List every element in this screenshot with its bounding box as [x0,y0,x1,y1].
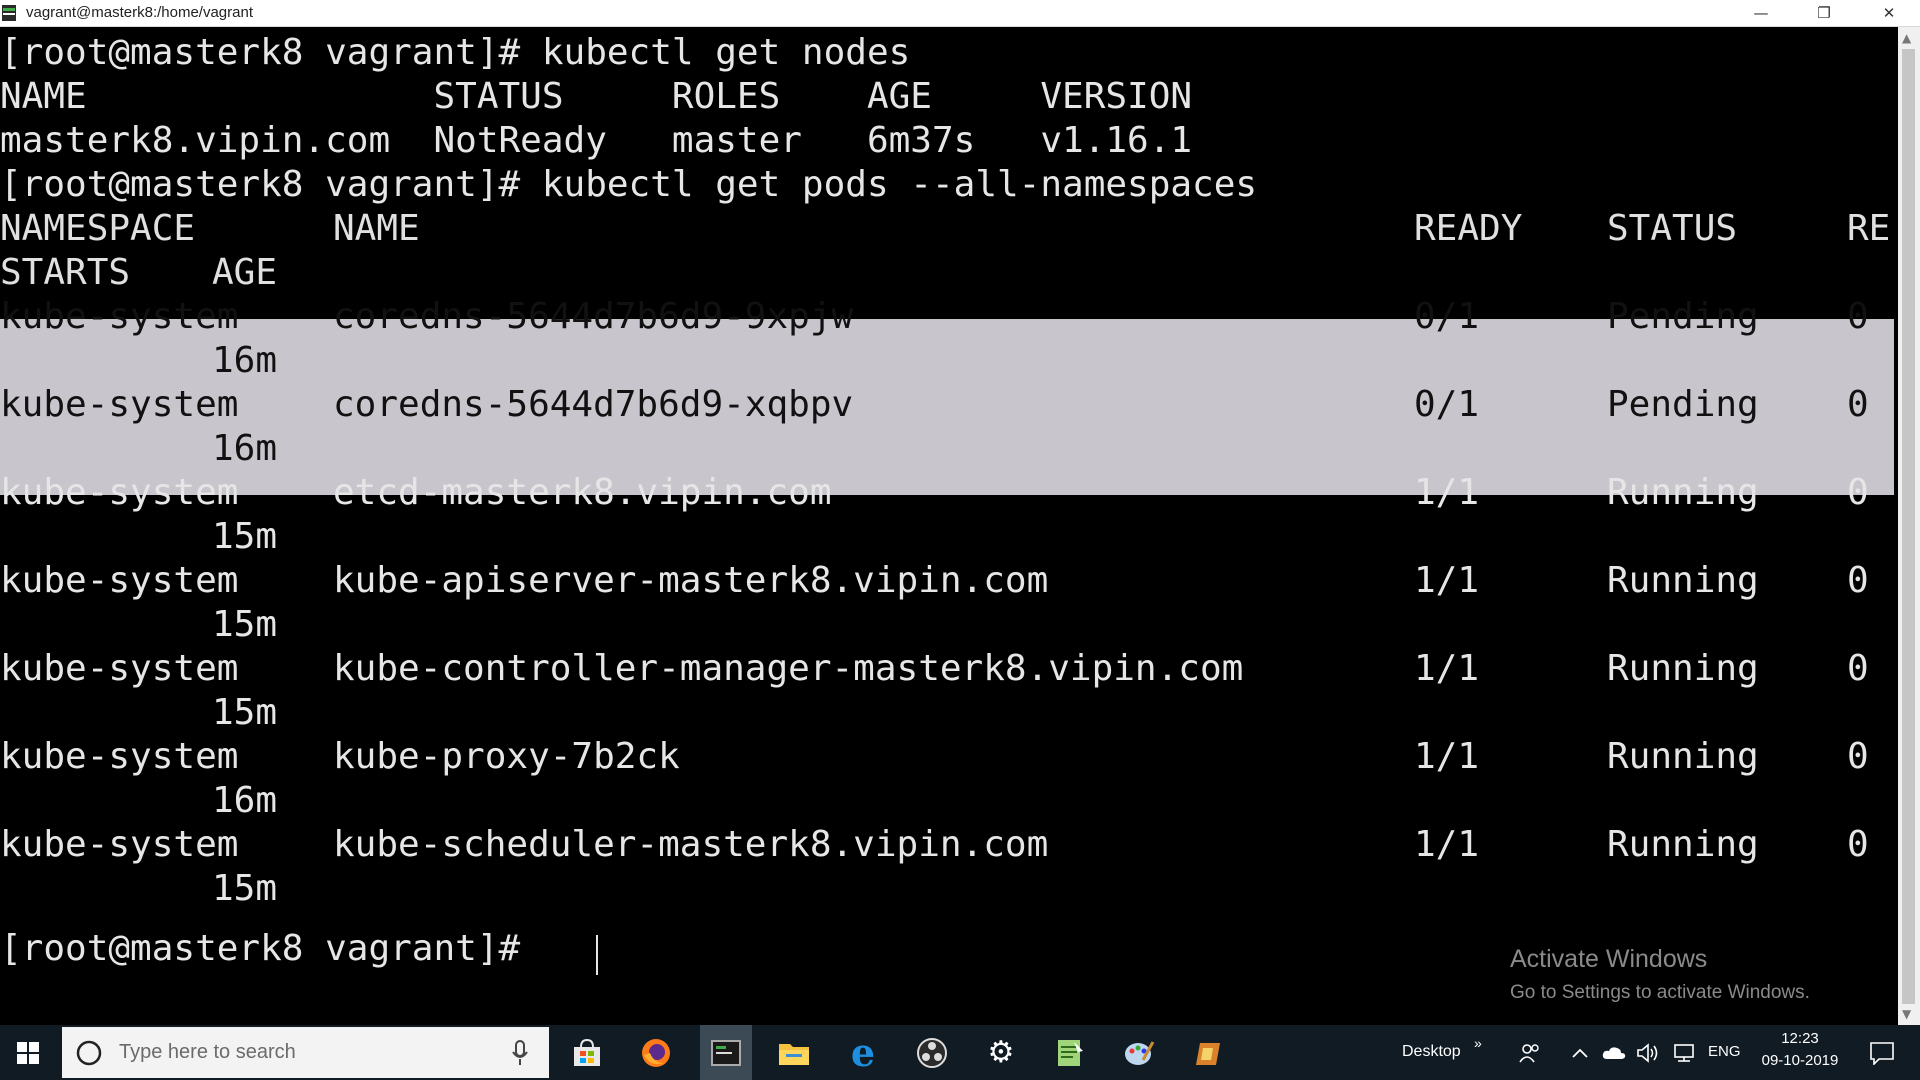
pod-age: 16m [212,428,278,469]
pod-ready: 1/1 [1414,824,1480,865]
clock[interactable]: 12:23 09-10-2019 [1754,1030,1846,1069]
nodes-header-line: NAME STATUS ROLES AGE VERSION [0,76,1193,117]
notifications-icon[interactable] [1862,1025,1902,1080]
pod-restarts: 0 [1847,736,1869,777]
shell-prompt: [root@masterk8 vagrant]# [0,928,542,969]
terminal-window: vagrant@masterk8:/home/vagrant — ❐ ✕ [ro… [0,0,1920,1025]
header-restarts-wrap: STARTS [0,252,131,293]
pod-age: 15m [212,868,278,909]
pod-status: Pending [1607,384,1759,425]
file-explorer-icon[interactable] [774,1025,814,1080]
pod-ready: 1/1 [1414,472,1480,513]
pod-name: kube-apiserver-masterk8.vipin.com [333,560,1049,601]
pod-restarts: 0 [1847,384,1869,425]
settings-gear-icon[interactable]: ⚙ [981,1025,1021,1080]
pod-ready: 1/1 [1414,736,1480,777]
pod-status: Pending [1607,296,1759,337]
pod-namespace: kube-system [0,296,239,337]
start-button[interactable] [8,1025,48,1080]
pod-name: kube-proxy-7b2ck [333,736,680,777]
pod-namespace: kube-system [0,736,239,777]
close-button[interactable]: ✕ [1858,0,1920,26]
pod-namespace: kube-system [0,560,239,601]
pod-age: 16m [212,780,278,821]
pod-ready: 1/1 [1414,560,1480,601]
watermark-heading: Activate Windows [1510,945,1708,973]
pod-restarts: 0 [1847,560,1869,601]
volume-icon[interactable] [1635,1025,1661,1080]
node-row: masterk8.vipin.com NotReady master 6m37s… [0,120,1193,161]
pod-status: Running [1607,472,1759,513]
search-placeholder: Type here to search [119,1041,296,1063]
pod-status: Running [1607,736,1759,777]
vertical-scrollbar[interactable]: ▲ ▼ [1898,27,1920,1025]
pod-name: kube-controller-manager-masterk8.vipin.c… [333,648,1244,689]
chevron-up-icon[interactable] [1568,1025,1592,1080]
desktop-chevron-icon[interactable]: » [1474,1035,1482,1051]
terminal-output[interactable]: [root@masterk8 vagrant]# kubectl get nod… [0,27,1898,1025]
pod-namespace: kube-system [0,648,239,689]
pod-namespace: kube-system [0,472,239,513]
pod-age: 15m [212,604,278,645]
clock-time: 12:23 [1781,1030,1819,1047]
header-age: AGE [212,252,278,293]
notepad-icon[interactable] [1050,1025,1090,1080]
command-line: [root@masterk8 vagrant]# kubectl get nod… [0,32,911,73]
pod-name: etcd-masterk8.vipin.com [333,472,832,513]
text-cursor [596,935,598,975]
microphone-icon[interactable] [512,1040,528,1066]
minimize-button[interactable]: — [1730,0,1792,26]
scroll-down-icon[interactable]: ▼ [1902,1007,1911,1021]
pod-name: kube-scheduler-masterk8.vipin.com [333,824,1049,865]
activation-watermark: Activate Windows Go to Settings to activ… [1510,945,1810,1004]
header-ready: READY [1414,208,1523,249]
taskbar: Type here to search e ⚙ Desktop » ENG 12… [0,1025,1920,1080]
header-restarts: RE [1847,208,1891,249]
watermark-subtext: Go to Settings to activate Windows. [1510,982,1810,1003]
pod-restarts: 0 [1847,296,1869,337]
paint-icon[interactable] [1119,1025,1159,1080]
pod-namespace: kube-system [0,384,239,425]
pod-status: Running [1607,560,1759,601]
store-icon[interactable] [567,1025,607,1080]
window-title: vagrant@masterk8:/home/vagrant [26,4,253,21]
restore-button[interactable]: ❐ [1793,0,1855,26]
onedrive-cloud-icon[interactable] [1601,1025,1627,1080]
pod-status: Running [1607,648,1759,689]
taskbar-search-box[interactable]: Type here to search [62,1027,549,1078]
pod-restarts: 0 [1847,472,1869,513]
cortana-circle-icon [76,1040,102,1066]
pod-restarts: 0 [1847,824,1869,865]
scrollbar-thumb[interactable] [1902,49,1915,1004]
header-status: STATUS [1607,208,1738,249]
header-name: NAME [333,208,420,249]
pod-age: 15m [212,516,278,557]
desktop-toolbar-label[interactable]: Desktop [1402,1043,1461,1061]
edge-browser-icon[interactable]: e [843,1025,883,1080]
people-icon[interactable] [1516,1025,1544,1080]
pod-name: coredns-5644d7b6d9-9xpjw [333,296,854,337]
clock-date: 09-10-2019 [1761,1052,1839,1069]
terminal-app-icon [2,5,16,21]
terminal-taskbar-button[interactable] [700,1025,752,1080]
pod-name: coredns-5644d7b6d9-xqbpv [333,384,854,425]
pod-ready: 1/1 [1414,648,1480,689]
language-indicator[interactable]: ENG [1708,1043,1741,1060]
pod-restarts: 0 [1847,648,1869,689]
obs-icon[interactable] [912,1025,952,1080]
pod-ready: 0/1 [1414,296,1480,337]
media-app-icon[interactable] [1188,1025,1228,1080]
windows-logo-icon [17,1041,39,1064]
command-line: [root@masterk8 vagrant]# kubectl get pod… [0,164,1258,205]
pod-ready: 0/1 [1414,384,1480,425]
pod-status: Running [1607,824,1759,865]
header-namespace: NAMESPACE [0,208,196,249]
scroll-up-icon[interactable]: ▲ [1902,31,1911,45]
firefox-icon[interactable] [636,1025,676,1080]
title-bar[interactable]: vagrant@masterk8:/home/vagrant — ❐ ✕ [0,0,1920,27]
pod-age: 16m [212,340,278,381]
pod-namespace: kube-system [0,824,239,865]
network-icon[interactable] [1670,1025,1698,1080]
pod-age: 15m [212,692,278,733]
